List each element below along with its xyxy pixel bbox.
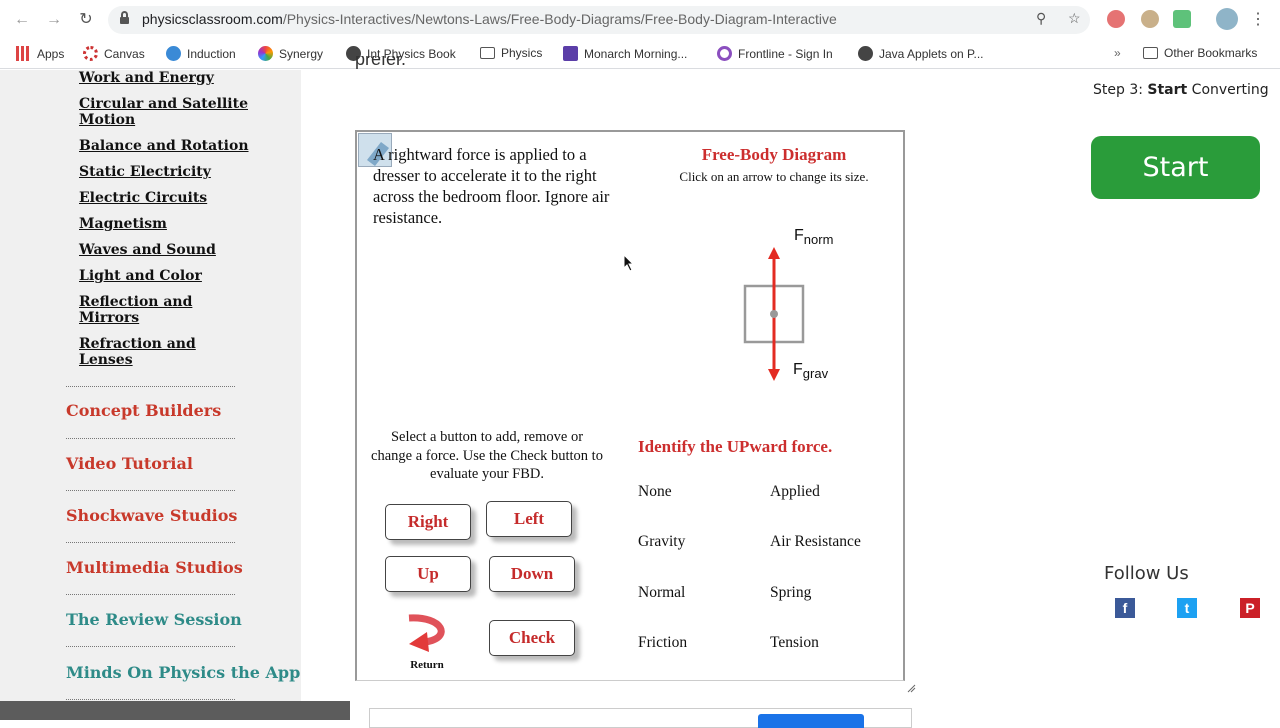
bookmark-monarch[interactable]: Monarch Morning... [563, 46, 687, 61]
frontline-icon [717, 46, 732, 61]
gravity-arrowhead[interactable] [768, 369, 780, 381]
section-minds-on-physics[interactable]: Minds On Physics the App [66, 663, 300, 682]
section-video-tutorial[interactable]: Video Tutorial [66, 454, 193, 473]
instructions-text: Select a button to add, remove or change… [371, 429, 603, 482]
lock-icon [120, 11, 129, 25]
url-text: physicsclassroom.com/Physics-Interactive… [142, 11, 837, 27]
resize-grip-icon[interactable] [906, 683, 916, 693]
bookmark-apps[interactable]: Apps [16, 46, 64, 61]
apps-grid-icon [16, 46, 31, 61]
option-spring[interactable]: Spring [770, 584, 811, 602]
twitter-icon[interactable]: t [1177, 598, 1197, 618]
browser-toolbar: ← → ↻ physicsclassroom.com/Physics-Inter… [0, 0, 1280, 40]
globe-icon [858, 46, 873, 61]
problem-prompt: A rightward force is applied to a dresse… [373, 145, 610, 227]
option-air-resistance[interactable]: Air Resistance [770, 533, 861, 551]
return-button[interactable]: Return [401, 612, 453, 671]
divider [66, 594, 235, 595]
fbd-applet: A rightward force is applied to a dresse… [355, 130, 905, 681]
topic-link[interactable]: Waves and Sound [79, 242, 249, 258]
list-icon [563, 46, 578, 61]
identify-prompt: Identify the UPward force. [638, 437, 833, 456]
section-review-session[interactable]: The Review Session [66, 610, 242, 629]
divider [66, 699, 235, 700]
address-bar[interactable]: physicsclassroom.com/Physics-Interactive… [108, 6, 1090, 34]
bookmark-induction[interactable]: Induction [166, 46, 236, 61]
topic-link[interactable]: Static Electricity [79, 164, 249, 180]
follow-us-heading: Follow Us [1104, 563, 1189, 584]
section-shockwave-studios[interactable]: Shockwave Studios [66, 506, 237, 525]
topic-link[interactable]: Light and Color [79, 268, 249, 284]
extension-icon-1[interactable] [1107, 10, 1125, 28]
normal-arrowhead[interactable] [768, 247, 780, 259]
topic-link[interactable]: Electric Circuits [79, 190, 249, 206]
canvas-icon [83, 46, 98, 61]
return-arrow-icon [408, 614, 445, 652]
menu-kebab-icon[interactable]: ⋮ [1246, 8, 1270, 32]
option-normal[interactable]: Normal [638, 584, 685, 602]
topic-link[interactable]: Balance and Rotation [79, 138, 249, 154]
step3-text: Step 3: Start Converting [1093, 82, 1269, 98]
section-concept-builders[interactable]: Concept Builders [66, 401, 221, 420]
divider [66, 542, 235, 543]
induction-icon [166, 46, 181, 61]
fbd-title: Free-Body Diagram [701, 145, 847, 164]
divider [66, 386, 235, 387]
up-button[interactable]: Up [385, 556, 471, 592]
cut-off-text: prefer. [355, 56, 407, 69]
mouse-cursor-icon [623, 254, 635, 272]
option-applied[interactable]: Applied [770, 483, 820, 501]
start-ad-button[interactable]: Start [1091, 136, 1260, 199]
bookmark-canvas[interactable]: Canvas [83, 46, 145, 61]
option-gravity[interactable]: Gravity [638, 533, 685, 551]
option-tension[interactable]: Tension [770, 634, 819, 652]
fnorm-label: Fnorm [794, 227, 834, 248]
popup-blue-button[interactable] [758, 714, 864, 728]
divider [66, 490, 235, 491]
folder-icon [480, 47, 495, 59]
bookmark-frontline[interactable]: Frontline - Sign In [717, 46, 833, 61]
bottom-dark-bar [0, 701, 350, 720]
fbd-subtitle: Click on an arrow to change its size. [679, 169, 869, 184]
bookmark-java-applets[interactable]: Java Applets on P... [858, 46, 984, 61]
bookmarks-overflow-button[interactable]: » [1114, 46, 1121, 60]
bookmark-star-icon[interactable]: ☆ [1068, 10, 1081, 27]
pinterest-icon[interactable]: P [1240, 598, 1260, 618]
left-button[interactable]: Left [486, 501, 572, 537]
option-friction[interactable]: Friction [638, 634, 687, 652]
forward-button[interactable]: → [42, 8, 66, 32]
fgrav-label: Fgrav [793, 361, 829, 382]
bookmarks-bar: Apps Canvas Induction Synergy Int Physic… [0, 40, 1280, 69]
topic-link[interactable]: Work and Energy [79, 70, 249, 86]
section-multimedia-studios[interactable]: Multimedia Studios [66, 558, 243, 577]
topic-link[interactable]: Reflection and Mirrors [79, 294, 199, 326]
bottom-popup [369, 708, 912, 728]
topic-link[interactable]: Circular and Satellite Motion [79, 96, 249, 128]
zoom-icon[interactable]: ⚲ [1036, 10, 1046, 27]
divider [66, 438, 235, 439]
option-none[interactable]: None [638, 483, 672, 501]
profile-avatar[interactable] [1216, 8, 1238, 30]
extension-icon-2[interactable] [1141, 10, 1159, 28]
divider [66, 646, 235, 647]
reload-button[interactable]: ↻ [74, 8, 98, 32]
facebook-icon[interactable]: f [1115, 598, 1135, 618]
bookmark-physics[interactable]: Physics [480, 46, 542, 60]
back-button[interactable]: ← [10, 8, 34, 32]
folder-icon [1143, 47, 1158, 59]
check-button[interactable]: Check [489, 620, 575, 656]
down-button[interactable]: Down [489, 556, 575, 592]
center-dot [770, 310, 778, 318]
bookmark-synergy[interactable]: Synergy [258, 46, 323, 61]
fbd-diagram [743, 247, 805, 381]
topic-link[interactable]: Magnetism [79, 216, 249, 232]
right-button[interactable]: Right [385, 504, 471, 540]
other-bookmarks[interactable]: Other Bookmarks [1143, 46, 1257, 60]
topic-link[interactable]: Refraction and Lenses [79, 336, 199, 368]
synergy-icon [258, 46, 273, 61]
extension-icon-3[interactable] [1173, 10, 1191, 28]
